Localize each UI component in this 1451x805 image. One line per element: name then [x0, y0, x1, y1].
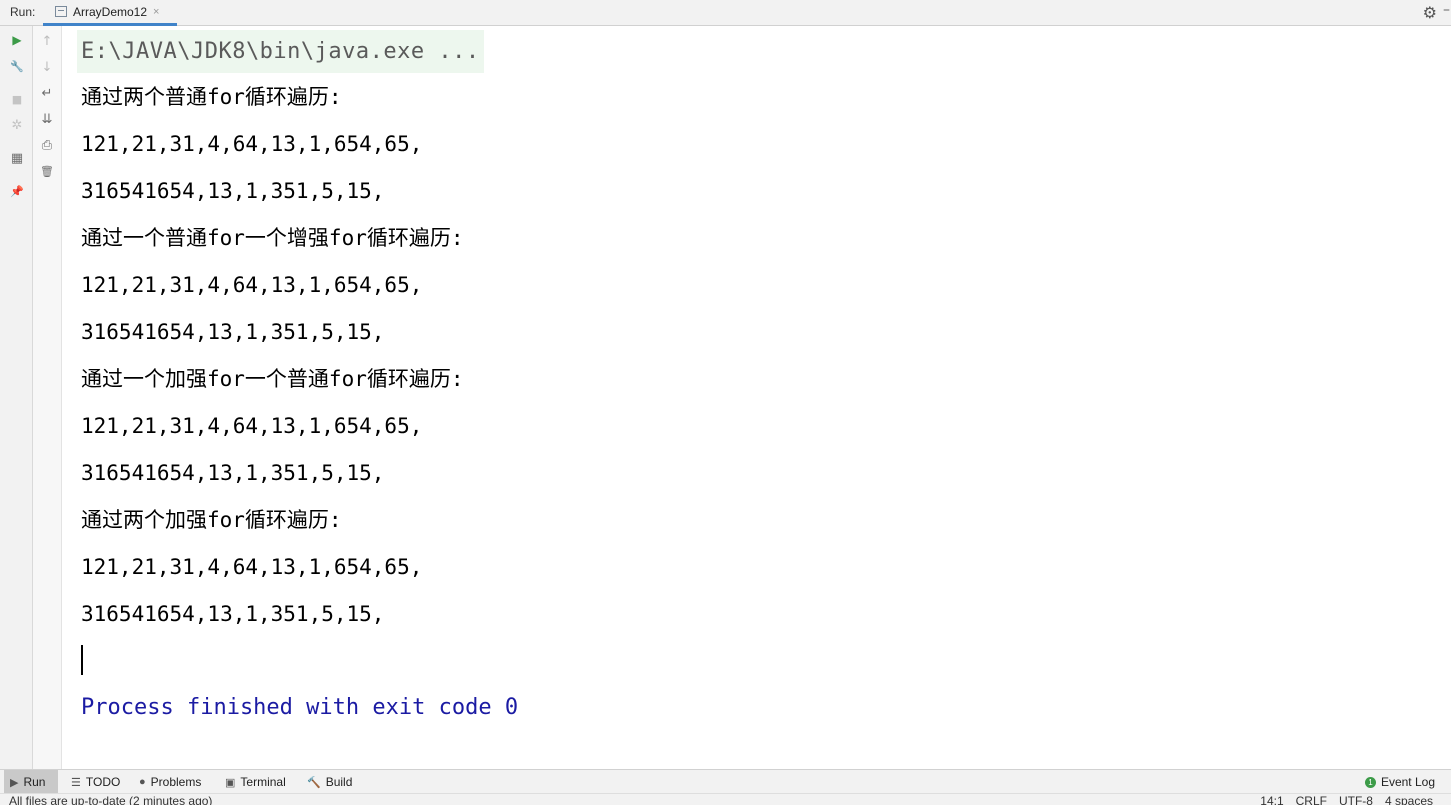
gear-icon[interactable]: ⚙ [1423, 3, 1437, 22]
console-line: 通过一个普通for一个增强for循环遍历: [81, 226, 464, 250]
down-arrow-icon[interactable]: ↓ [37, 57, 57, 77]
run-icon: ▶ [10, 776, 19, 789]
trash-icon[interactable]: 🗑 [37, 161, 57, 181]
tool-tab-label: Run [23, 775, 46, 789]
run-actions-toolbar: ▶ 🔧 ■ ✲ ▦ 📌 [0, 26, 33, 769]
terminal-icon: ▣ [225, 776, 236, 789]
tool-tab-event-log[interactable]: 1 Event Log [1359, 770, 1441, 794]
process-finished-message: Process finished with exit code 0 [81, 695, 519, 720]
scroll-to-end-icon[interactable]: ⇊ [37, 109, 57, 129]
console-line: 316541654,13,1,351,5,15, [81, 602, 385, 626]
rerun-icon[interactable]: ▶ [7, 30, 27, 50]
console-line: 316541654,13,1,351,5,15, [81, 461, 385, 485]
wrench-icon[interactable]: 🔧 [7, 56, 27, 76]
pin-icon[interactable]: 📌 [7, 181, 27, 201]
caret-position[interactable]: 14:1 [1260, 794, 1283, 805]
run-label: Run: [10, 5, 36, 19]
run-config-icon [55, 6, 67, 17]
event-count-badge: 1 [1364, 776, 1376, 788]
status-bar: All files are up-to-date (2 minutes ago)… [0, 793, 1451, 805]
tool-tab-label: Event Log [1380, 775, 1435, 789]
debug-off-icon[interactable]: ✲ [7, 115, 27, 135]
console-line: 316541654,13,1,351,5,15, [81, 320, 385, 344]
file-encoding[interactable]: UTF-8 [1339, 794, 1373, 805]
up-arrow-icon[interactable]: ↑ [37, 31, 57, 51]
indent-setting[interactable]: 4 spaces [1385, 794, 1433, 805]
command-line[interactable]: E:\JAVA\JDK8\bin\java.exe ... [77, 30, 484, 73]
print-icon[interactable]: ⎙ [37, 135, 57, 155]
console-line: 121,21,31,4,64,13,1,654,65, [81, 414, 423, 438]
console-line: 通过两个普通for循环遍历: [81, 85, 342, 109]
problems-icon: ● [139, 776, 146, 788]
tool-tab-todo[interactable]: ☰ TODO [65, 770, 126, 794]
console-line: 121,21,31,4,64,13,1,654,65, [81, 132, 423, 156]
tool-tab-label: TODO [85, 775, 121, 789]
line-separator[interactable]: CRLF [1296, 794, 1327, 805]
tab-title: ArrayDemo12 [73, 4, 148, 19]
tool-tab-terminal[interactable]: ▣ Terminal [219, 770, 292, 794]
tool-tab-run[interactable]: ▶ Run [4, 770, 58, 794]
console-line: 121,21,31,4,64,13,1,654,65, [81, 273, 423, 297]
console-line: 121,21,31,4,64,13,1,654,65, [81, 555, 423, 579]
hammer-icon: 🔨 [307, 776, 321, 789]
layout-icon[interactable]: ▦ [7, 148, 27, 168]
tool-tab-label: Build [325, 775, 353, 789]
tool-window-bar: ▶ Run ☰ TODO ● Problems ▣ Terminal 🔨 Bui… [0, 769, 1451, 794]
console-actions-toolbar: ↑ ↓ ↵ ⇊ ⎙ 🗑 [33, 26, 62, 769]
list-icon: ☰ [71, 776, 81, 789]
stop-icon[interactable]: ■ [7, 89, 27, 109]
tool-tab-label: Terminal [240, 775, 286, 789]
tool-tab-build[interactable]: 🔨 Build [301, 770, 358, 794]
console-line: 通过两个加强for循环遍历: [81, 508, 342, 532]
console-line: 通过一个加强for一个普通for循环遍历: [81, 367, 464, 391]
status-message[interactable]: All files are up-to-date (2 minutes ago) [9, 794, 212, 805]
run-tool-window-header: Run: ArrayDemo12 × ⚙ – [0, 0, 1451, 26]
text-cursor [81, 645, 83, 675]
soft-wrap-icon[interactable]: ↵ [37, 83, 57, 103]
minimize-icon[interactable]: – [1443, 2, 1451, 18]
console-output[interactable]: E:\JAVA\JDK8\bin\java.exe ... 通过两个普通for循… [63, 26, 1451, 769]
console-line: 316541654,13,1,351,5,15, [81, 179, 385, 203]
close-icon[interactable]: × [153, 6, 159, 18]
tab-arraydemo12[interactable]: ArrayDemo12 × [43, 0, 177, 26]
tool-tab-problems[interactable]: ● Problems [133, 770, 207, 794]
tool-tab-label: Problems [150, 775, 202, 789]
status-widgets: 14:1 CRLF UTF-8 4 spaces [1260, 794, 1433, 805]
